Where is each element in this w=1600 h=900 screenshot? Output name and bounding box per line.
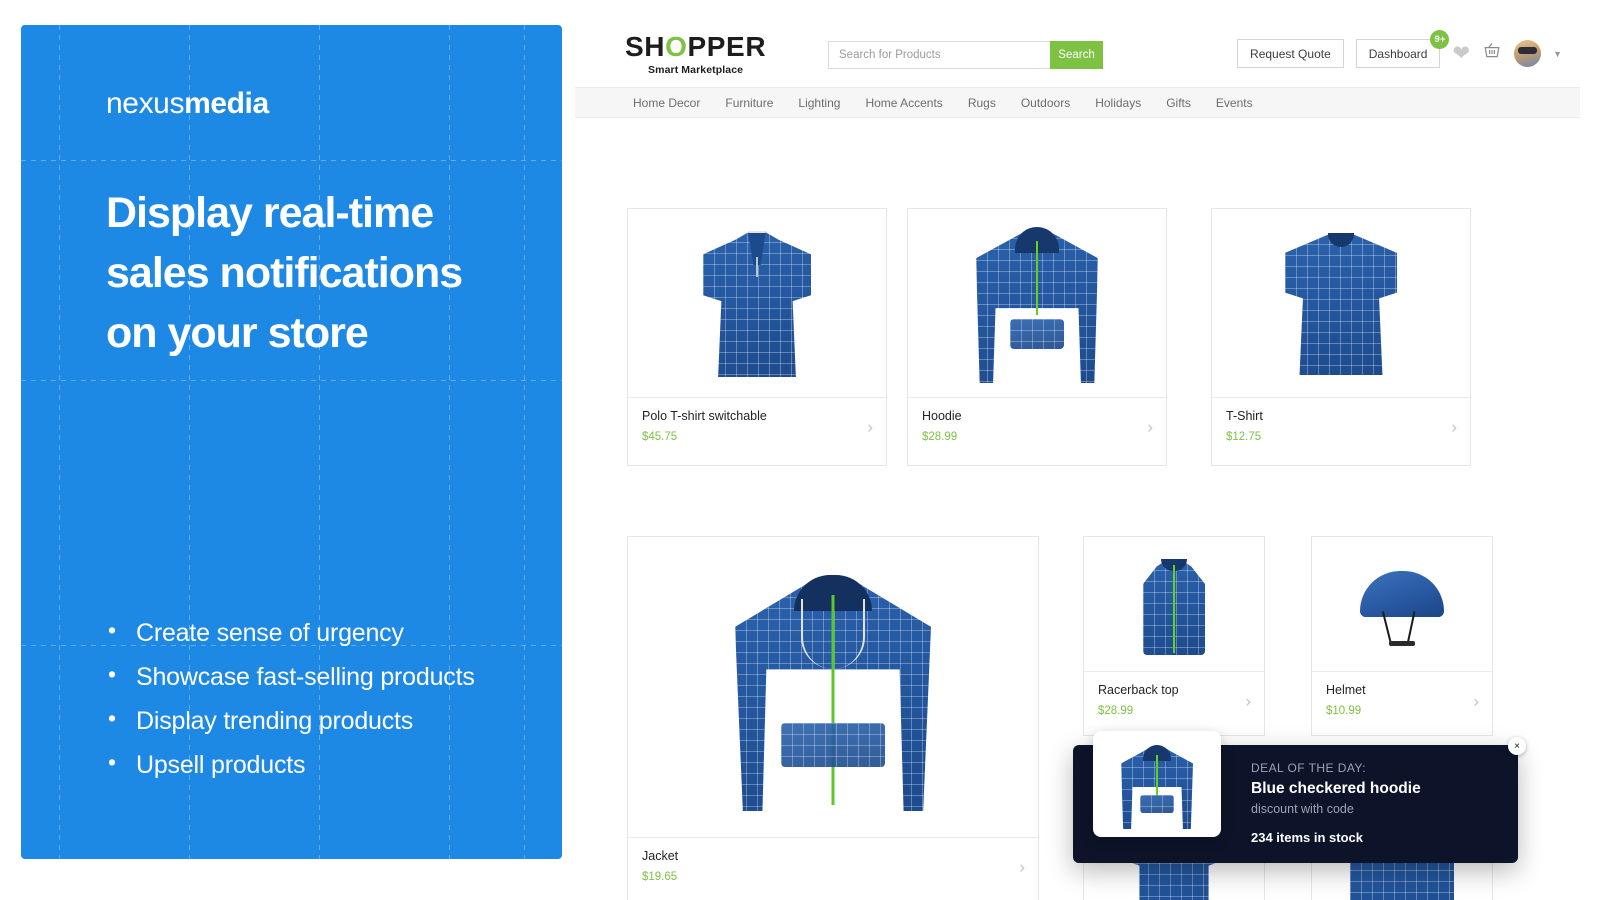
product-info-racerback: Racerback top $28.99 › <box>1084 671 1264 729</box>
list-item: Create sense of urgency <box>106 610 536 655</box>
product-price: $19.65 <box>642 871 678 883</box>
product-name: Racerback top <box>1098 683 1179 697</box>
header-actions: Request Quote Dashboard 9+ ❤ ▼ <box>1237 30 1562 68</box>
notification-text: DEAL OF THE DAY: Blue checkered hoodie d… <box>1251 761 1421 845</box>
sales-notification-popup[interactable]: DEAL OF THE DAY: Blue checkered hoodie d… <box>1073 731 1526 863</box>
product-price: $28.99 <box>1098 705 1134 717</box>
category-nav: Home Decor Furniture Lighting Home Accen… <box>575 87 1580 118</box>
product-info-tshirt: T-Shirt $12.75 › <box>1212 397 1470 455</box>
list-item: Showcase fast-selling products <box>106 654 536 699</box>
shopper-logo[interactable]: SHOPPER Smart Marketplace <box>625 33 766 77</box>
product-info-helmet: Helmet $10.99 › <box>1312 671 1492 729</box>
logo-wordmark: SHOPPER <box>625 33 766 61</box>
product-name: Hoodie <box>922 409 962 423</box>
chevron-right-icon[interactable]: › <box>1245 692 1251 709</box>
logo-tagline: Smart Marketplace <box>648 64 744 76</box>
chevron-right-icon[interactable]: › <box>1451 418 1457 435</box>
promo-panel: nexusmedia Display real-time sales notif… <box>21 25 562 859</box>
product-card-tshirt[interactable]: T-Shirt $12.75 › <box>1211 208 1471 466</box>
dashboard-button[interactable]: Dashboard <box>1355 39 1441 68</box>
logo-letter-o: O <box>665 31 688 62</box>
close-icon[interactable]: × <box>1508 737 1526 755</box>
dashboard-button-wrap: Dashboard 9+ <box>1355 30 1450 68</box>
product-image-racerback <box>1084 537 1264 671</box>
product-grid: Polo T-shirt switchable $45.75 › Hoodie … <box>575 118 1580 900</box>
chevron-down-icon[interactable]: ▼ <box>1553 49 1562 59</box>
list-item: Upsell products <box>106 742 536 787</box>
list-item: Display trending products <box>106 698 536 743</box>
product-card-helmet[interactable]: Helmet $10.99 › <box>1311 536 1493 736</box>
nav-item-rugs[interactable]: Rugs <box>968 96 996 110</box>
dashboard-notification-badge: 9+ <box>1430 30 1450 49</box>
promo-headline: Display real-time sales notifications on… <box>106 189 463 358</box>
nav-item-outdoors[interactable]: Outdoors <box>1021 96 1070 110</box>
product-image-helmet <box>1312 537 1492 671</box>
request-quote-button[interactable]: Request Quote <box>1237 39 1344 68</box>
product-name: Helmet <box>1326 683 1366 697</box>
heart-icon[interactable]: ❤ <box>1452 43 1470 64</box>
product-name: Polo T-shirt switchable <box>642 409 767 423</box>
product-card-hoodie[interactable]: Hoodie $28.99 › <box>907 208 1167 466</box>
chevron-right-icon[interactable]: › <box>1473 692 1479 709</box>
nav-item-gifts[interactable]: Gifts <box>1166 96 1191 110</box>
notification-label: DEAL OF THE DAY: <box>1251 761 1367 775</box>
nav-item-events[interactable]: Events <box>1216 96 1253 110</box>
search-bar: Search <box>828 41 1103 69</box>
product-price: $45.75 <box>642 431 678 443</box>
product-info-polo: Polo T-shirt switchable $45.75 › <box>628 397 886 455</box>
product-info-hoodie: Hoodie $28.99 › <box>908 397 1166 455</box>
product-price: $28.99 <box>922 431 958 443</box>
brand-light: nexus <box>106 87 185 120</box>
cart-icon[interactable] <box>1482 41 1502 66</box>
product-image-polo <box>628 209 886 397</box>
notification-title: Blue checkered hoodie <box>1251 780 1421 797</box>
nexusmedia-logo: nexusmedia <box>106 87 514 121</box>
product-card-racerback[interactable]: Racerback top $28.99 › <box>1083 536 1265 736</box>
nav-item-lighting[interactable]: Lighting <box>798 96 840 110</box>
nav-item-furniture[interactable]: Furniture <box>725 96 773 110</box>
notification-stock-count: 234 items in stock <box>1251 830 1363 845</box>
promo-benefit-list: Create sense of urgency Showcase fast-se… <box>106 610 536 787</box>
chevron-right-icon[interactable]: › <box>1147 418 1153 435</box>
product-image-tshirt <box>1212 209 1470 397</box>
logo-part-before: SH <box>625 31 666 62</box>
product-card-jacket[interactable]: Jacket $19.65 › <box>627 536 1039 900</box>
product-image-jacket <box>628 537 1038 837</box>
notification-product-thumbnail <box>1093 731 1221 837</box>
notification-subtitle: discount with code <box>1251 802 1354 816</box>
chevron-right-icon[interactable]: › <box>1019 858 1025 875</box>
product-price: $10.99 <box>1326 705 1362 717</box>
product-card-polo[interactable]: Polo T-shirt switchable $45.75 › <box>627 208 887 466</box>
nav-item-holidays[interactable]: Holidays <box>1095 96 1141 110</box>
brand-bold: media <box>184 87 269 120</box>
nav-item-home-decor[interactable]: Home Decor <box>633 96 700 110</box>
avatar[interactable] <box>1514 40 1542 67</box>
product-name: Jacket <box>642 849 679 863</box>
screenshot-root: nexusmedia Display real-time sales notif… <box>0 0 1600 900</box>
chevron-right-icon[interactable]: › <box>867 418 873 435</box>
search-input[interactable] <box>828 41 1050 69</box>
product-name: T-Shirt <box>1226 409 1263 423</box>
product-image-hoodie <box>908 209 1166 397</box>
product-price: $12.75 <box>1226 431 1262 443</box>
product-info-jacket: Jacket $19.65 › <box>628 837 1038 895</box>
nav-item-home-accents[interactable]: Home Accents <box>865 96 942 110</box>
logo-part-after: PPER <box>687 31 767 62</box>
search-button[interactable]: Search <box>1050 41 1103 69</box>
store-header: SHOPPER Smart Marketplace Search Request… <box>575 25 1580 87</box>
